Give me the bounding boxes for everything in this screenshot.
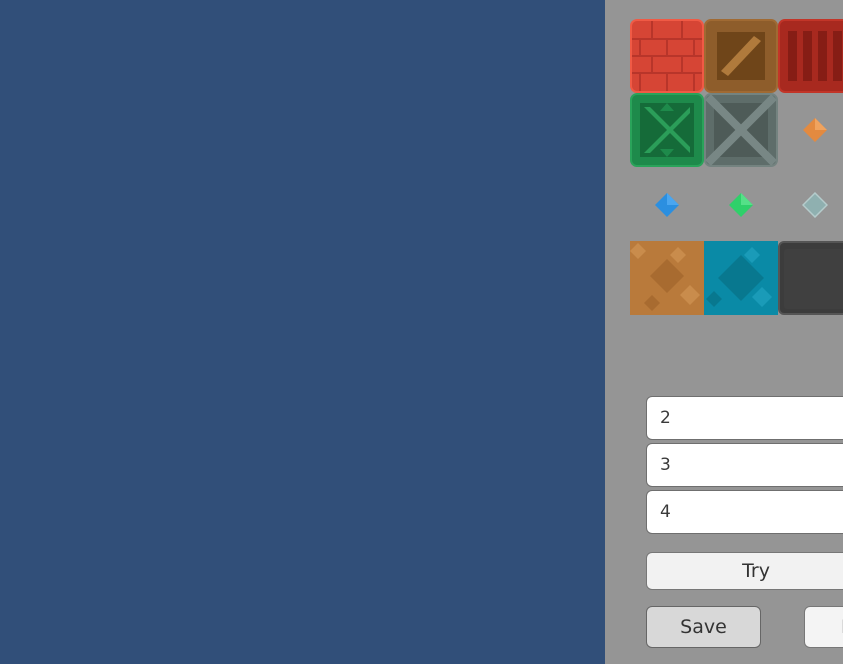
try-button[interactable]: Try [646, 552, 843, 590]
editor-panel: Try Save E [605, 0, 843, 664]
blue-gem-icon[interactable] [630, 168, 704, 242]
wooden-plank-tile[interactable] [704, 19, 778, 93]
dark-wall-tile[interactable] [778, 241, 843, 315]
green-gem-icon[interactable] [704, 168, 778, 242]
orange-gem-icon[interactable] [778, 93, 843, 167]
secondary-button[interactable]: E [804, 606, 843, 648]
value-field-3[interactable] [646, 490, 843, 534]
gray-crate-tile[interactable] [704, 93, 778, 167]
red-brick-tile[interactable] [630, 19, 704, 93]
green-crate-tile[interactable] [630, 93, 704, 167]
sand-floor-tile[interactable] [630, 241, 704, 315]
value-field-2[interactable] [646, 443, 843, 487]
teal-gem-icon[interactable] [778, 168, 843, 242]
water-floor-tile[interactable] [704, 241, 778, 315]
save-button[interactable]: Save [646, 606, 761, 648]
value-field-1[interactable] [646, 396, 843, 440]
game-viewport[interactable] [0, 0, 605, 664]
red-slat-tile[interactable] [778, 19, 843, 93]
